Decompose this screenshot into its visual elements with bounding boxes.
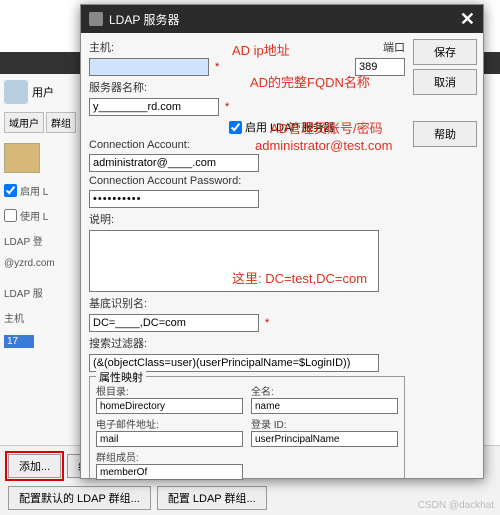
loginid-label: 登录 ID: bbox=[251, 416, 398, 431]
watermark: CSDN @dackhat bbox=[418, 500, 494, 511]
folder-icon bbox=[4, 143, 40, 173]
fullname-label: 全名: bbox=[251, 383, 398, 398]
basedn-label: 基底识别名: bbox=[89, 295, 147, 311]
group-label: 群组成员: bbox=[96, 449, 243, 464]
required-icon: * bbox=[215, 61, 219, 73]
host-input[interactable] bbox=[89, 58, 209, 76]
chk-use-l[interactable] bbox=[4, 209, 17, 222]
enable-ldap-checkbox[interactable] bbox=[229, 121, 242, 134]
dialog-title: LDAP 服务器 bbox=[109, 11, 454, 28]
user-icon bbox=[4, 80, 28, 104]
tab-domain-user[interactable]: 域用户 bbox=[4, 112, 44, 133]
host-col: 主机 bbox=[4, 310, 77, 325]
conn-password-label: Connection Account Password: bbox=[89, 175, 241, 187]
at-domain: @yzrd.com bbox=[4, 258, 77, 269]
add-button[interactable]: 添加... bbox=[8, 454, 61, 478]
enable-ldap-label: 启用 LDAP 服务器 bbox=[245, 119, 335, 135]
desc-textarea[interactable] bbox=[89, 230, 379, 292]
attribute-mapping-group: 属性映射 根目录: 全名: 电子邮件地址: bbox=[89, 376, 405, 480]
server-icon bbox=[89, 12, 103, 26]
chk-enable-l[interactable] bbox=[4, 184, 17, 197]
conn-account-label: Connection Account: bbox=[89, 139, 190, 151]
port-input[interactable] bbox=[355, 58, 405, 76]
ldap-login-label: LDAP 登 bbox=[4, 233, 77, 248]
help-button[interactable]: 帮助 bbox=[413, 121, 477, 147]
fullname-input[interactable] bbox=[251, 398, 398, 414]
host-label: 主机: bbox=[89, 39, 114, 55]
ldap-server-section: LDAP 服 bbox=[4, 285, 77, 300]
host-val[interactable]: 17 bbox=[4, 335, 34, 348]
group-input[interactable] bbox=[96, 464, 243, 480]
rootdir-input[interactable] bbox=[96, 398, 243, 414]
basedn-input[interactable] bbox=[89, 314, 259, 332]
cancel-button[interactable]: 取消 bbox=[413, 69, 477, 95]
rootdir-label: 根目录: bbox=[96, 383, 243, 398]
save-button[interactable]: 保存 bbox=[413, 39, 477, 65]
tab-group[interactable]: 群组 bbox=[46, 112, 76, 133]
cfg-default-ldap-group[interactable]: 配置默认的 LDAP 群组... bbox=[8, 486, 151, 510]
close-icon[interactable]: ✕ bbox=[460, 9, 475, 30]
desc-label: 说明: bbox=[89, 211, 114, 227]
mapping-legend: 属性映射 bbox=[96, 369, 146, 385]
filter-label: 搜索过滤器: bbox=[89, 335, 147, 351]
cfg-ldap-group[interactable]: 配置 LDAP 群组... bbox=[157, 486, 267, 510]
email-label: 电子邮件地址: bbox=[96, 416, 243, 431]
server-name-input[interactable] bbox=[89, 98, 219, 116]
ldap-server-dialog: LDAP 服务器 ✕ 主机: 端口 * 服务器名称: * 启用 LD bbox=[80, 4, 484, 479]
loginid-input[interactable] bbox=[251, 431, 398, 447]
user-label: 用户 bbox=[32, 84, 54, 100]
port-label: 端口 bbox=[383, 39, 405, 55]
conn-account-input[interactable] bbox=[89, 154, 259, 172]
conn-password-input[interactable] bbox=[89, 190, 259, 208]
email-input[interactable] bbox=[96, 431, 243, 447]
server-name-label: 服务器名称: bbox=[89, 79, 147, 95]
